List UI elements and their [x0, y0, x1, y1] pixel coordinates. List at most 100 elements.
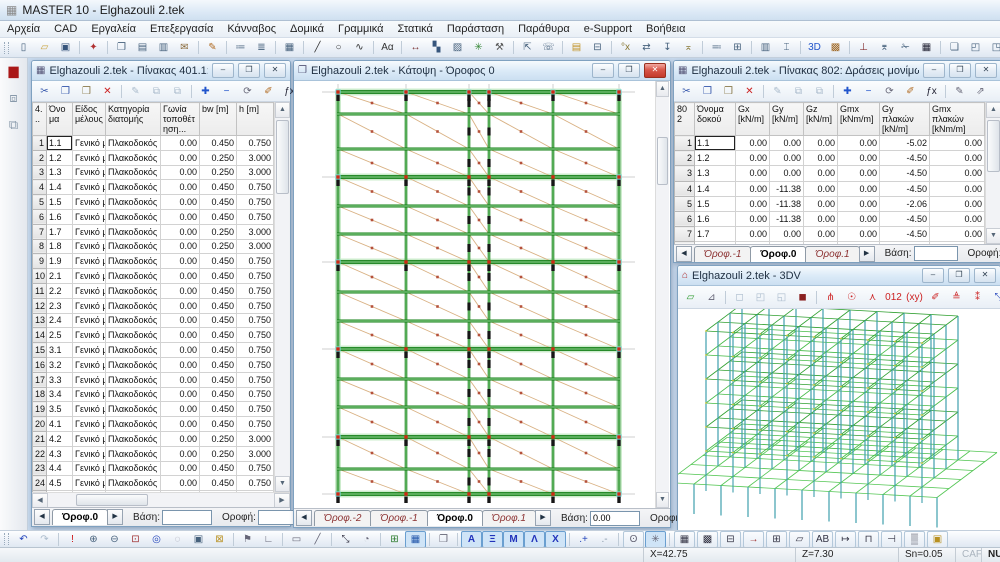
view-disabled-1-icon[interactable]: ◻: [729, 289, 750, 306]
minimize-button[interactable]: –: [922, 268, 944, 283]
undo-icon[interactable]: ↶: [13, 531, 34, 548]
copy-sheets-icon[interactable]: ❐: [433, 531, 454, 548]
horizontal-scrollbar[interactable]: ◀ ▶: [32, 492, 290, 507]
column-header-3[interactable]: Gy [kN/m]: [770, 103, 804, 136]
window-layout-1-icon[interactable]: ❏: [944, 39, 965, 56]
table-row[interactable]: 41.4Γενικό μεΠλακοδοκός0.000.4500.750: [33, 180, 274, 195]
save-file-icon[interactable]: ▣: [55, 39, 76, 56]
table-row[interactable]: 102.1Γενικό μεΠλακοδοκός0.000.4500.750: [33, 269, 274, 284]
refresh-icon[interactable]: ⟳: [237, 83, 258, 100]
cfb-tool-icon[interactable]: ✦: [83, 39, 104, 56]
hatch-icon[interactable]: ▨: [447, 39, 468, 56]
scroll-down-icon[interactable]: ▼: [656, 492, 669, 508]
text-tool-icon[interactable]: Aα: [377, 39, 398, 56]
sort-descending-icon[interactable]: ↧: [657, 39, 678, 56]
merge-disabled-icon[interactable]: ⧉: [167, 83, 188, 100]
edit-icon[interactable]: ✎: [949, 83, 970, 100]
draw-line-icon[interactable]: ╱: [307, 39, 328, 56]
snap-hatch-icon[interactable]: ▩: [697, 531, 718, 548]
column-header-1[interactable]: Όνομα δοκού: [695, 103, 736, 136]
column-header-1[interactable]: Όνομα: [47, 103, 73, 136]
node-labels-icon[interactable]: ☉: [841, 289, 862, 306]
tools-hammer-icon[interactable]: ⚒: [489, 39, 510, 56]
table-row[interactable]: 11.1Γενικό μεΠλακοδοκός0.000.4500.750: [33, 136, 274, 151]
calculator-2-icon[interactable]: ⊞: [384, 531, 405, 548]
table-row[interactable]: 21.2Γενικό μεΠλακοδοκός0.000.2503.000: [33, 150, 274, 165]
maximize-button[interactable]: ❐: [948, 268, 970, 283]
table802-titlebar[interactable]: ▦ Elghazouli 2.tek - Πίνακας 802: Δράσει…: [674, 61, 1000, 81]
maximize-button[interactable]: ❐: [618, 63, 640, 78]
table-row[interactable]: 71.70.000.000.000.00-4.500.00: [675, 227, 985, 242]
remove-row-icon[interactable]: −: [216, 83, 237, 100]
draw-spline-icon[interactable]: ∿: [349, 39, 370, 56]
table-row[interactable]: 91.9Γενικό μεΠλακοδοκός0.000.4500.750: [33, 254, 274, 269]
table-row[interactable]: 224.3Γενικό μεΠλακοδοκός0.000.2503.000: [33, 446, 274, 461]
formula-icon[interactable]: ƒx: [921, 83, 942, 100]
letter-lambda-icon[interactable]: Λ: [524, 531, 545, 548]
vertical-scrollbar[interactable]: ▲ ▼: [985, 102, 1000, 244]
window-layout-2-icon[interactable]: ◰: [965, 39, 986, 56]
redo-icon[interactable]: ↷: [34, 531, 55, 548]
render-box-icon[interactable]: ◼: [792, 289, 813, 306]
menu-4[interactable]: Κάνναβος: [220, 21, 283, 37]
snap-beam-icon[interactable]: ⊓: [858, 531, 879, 548]
tab-Όροφ.0[interactable]: Όροφ.0: [52, 509, 108, 525]
goto-icon[interactable]: ⇗: [970, 83, 991, 100]
tab-next-icon[interactable]: ▶: [535, 510, 551, 526]
delete-icon[interactable]: ✕: [739, 83, 760, 100]
snap-edge-icon[interactable]: ⊟: [720, 531, 741, 548]
column-header-6[interactable]: Gy πλακών [kN/m]: [880, 103, 930, 136]
point-minus-icon[interactable]: .-: [594, 531, 615, 548]
column-header-2[interactable]: Είδος μέλους: [73, 103, 106, 136]
numbering-icon[interactable]: 012: [883, 289, 904, 306]
letter-a-icon[interactable]: A: [461, 531, 482, 548]
send-mail-icon[interactable]: ✉: [174, 39, 195, 56]
refresh-icon[interactable]: ⟳: [879, 83, 900, 100]
grid-icon[interactable]: ▦: [279, 39, 300, 56]
scroll-up-icon[interactable]: ▲: [986, 102, 1000, 118]
table-row[interactable]: 11.10.000.000.000.00-5.020.00: [675, 136, 985, 151]
draw-circle-icon[interactable]: ○: [328, 39, 349, 56]
menu-6[interactable]: Γραμμικά: [331, 21, 391, 37]
menu-11[interactable]: Βοήθεια: [639, 21, 692, 37]
tab-prev-icon[interactable]: ◀: [296, 510, 312, 526]
column-header-3[interactable]: Κατηγορία διατομής: [106, 103, 161, 136]
plan-titlebar[interactable]: ❐ Elghazouli 2.tek - Κάτοψη - Όροφος 0 –…: [294, 61, 670, 81]
tab-Όροφ.0[interactable]: Όροφ.0: [427, 510, 483, 526]
table-row[interactable]: 163.2Γενικό μεΠλακοδοκός0.000.4500.750: [33, 357, 274, 372]
close-button[interactable]: ✕: [264, 63, 286, 78]
plan-canvas[interactable]: ▲ ▼: [294, 81, 670, 508]
print-icon[interactable]: ▤: [132, 39, 153, 56]
tab-next-icon[interactable]: ▶: [107, 509, 123, 525]
dimensions-2-icon[interactable]: ⁑: [967, 289, 988, 306]
pick-icon[interactable]: ✎: [125, 83, 146, 100]
table-row[interactable]: 51.5Γενικό μεΠλακοδοκός0.000.4500.750: [33, 195, 274, 210]
menu-2[interactable]: Εργαλεία: [84, 21, 143, 37]
snap-toggle-icon[interactable]: ✳: [645, 531, 666, 548]
base-input[interactable]: [914, 246, 958, 261]
tab-Όροφ.-2[interactable]: Όροφ.-2: [314, 510, 371, 526]
zoom-in-icon[interactable]: ⊕: [83, 531, 104, 548]
levels-icon[interactable]: ≜: [946, 289, 967, 306]
minimize-button[interactable]: –: [592, 63, 614, 78]
binoculars-icon[interactable]: ▦: [916, 39, 937, 56]
copy-icon[interactable]: ❐: [55, 83, 76, 100]
workbench-icon[interactable]: ⌅: [678, 39, 699, 56]
maximize-button[interactable]: ❐: [238, 63, 260, 78]
angle-icon[interactable]: ∟: [258, 531, 279, 548]
merge-disabled-icon[interactable]: ⧉: [809, 83, 830, 100]
dimension-icon[interactable]: ↔: [405, 39, 426, 56]
support-phone-icon[interactable]: ☏: [538, 39, 559, 56]
menu-3[interactable]: Επεξεργασία: [143, 21, 220, 37]
snap-direction-icon[interactable]: →: [743, 531, 764, 548]
notes-icon[interactable]: ⊟: [587, 39, 608, 56]
column-header-4[interactable]: Gz [kN/m]: [804, 103, 838, 136]
list-settings-icon[interactable]: ≣: [251, 39, 272, 56]
database-icon[interactable]: ▤: [566, 39, 587, 56]
annotate-icon[interactable]: ✐: [925, 289, 946, 306]
window-tile-icon[interactable]: ⧉: [3, 116, 24, 133]
table-row[interactable]: 142.5Γενικό μεΠλακοδοκός0.000.4500.750: [33, 328, 274, 343]
print-preview-icon[interactable]: ▥: [153, 39, 174, 56]
tab-Όροφ.1[interactable]: Όροφ.1: [482, 510, 536, 526]
menu-8[interactable]: Παράσταση: [440, 21, 511, 37]
